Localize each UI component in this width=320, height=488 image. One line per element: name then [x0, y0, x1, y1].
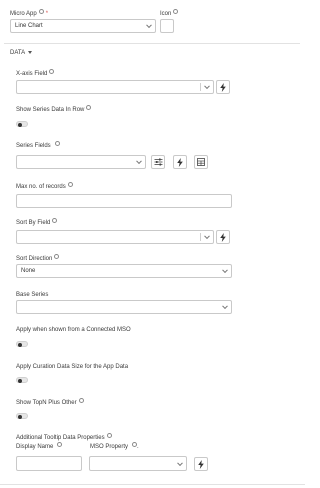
divider: [4, 43, 300, 44]
info-icon: [67, 182, 73, 187]
micro-app-label-text: Micro App: [10, 11, 37, 17]
lightning-icon: [220, 232, 226, 242]
display-name-label-text: Display Name: [16, 444, 54, 450]
icon-label: Icon: [160, 9, 179, 18]
display-name-input[interactable]: [16, 456, 82, 471]
sort-direction-selected-value: None: [21, 268, 36, 274]
info-icon: [78, 398, 84, 403]
info-icon: [49, 69, 55, 74]
apply-connected-mso-toggle[interactable]: [16, 341, 28, 347]
micro-app-selected-value: Line Chart: [15, 23, 43, 29]
base-series-select[interactable]: [16, 300, 232, 314]
chevron-down-icon: [222, 267, 228, 274]
chevron-down-icon: [136, 158, 142, 165]
series-lightning-button[interactable]: [173, 155, 187, 169]
lightning-icon: [220, 82, 226, 92]
lightning-icon: [198, 459, 204, 469]
caret-down-icon: [28, 51, 33, 54]
toggle-knob: [17, 122, 22, 127]
base-series-label: Base Series: [16, 291, 48, 299]
sort-by-field-label: Sort By Field: [16, 218, 58, 227]
toggle-knob: [17, 414, 22, 419]
info-icon: [173, 9, 179, 14]
series-fields-select[interactable]: [16, 155, 146, 169]
x-axis-field-label-text: X-axis Field: [16, 71, 48, 77]
apply-curation-data-size-label-text: Apply Curation Data Size for the App Dat…: [16, 364, 129, 370]
icon-label-text: Icon: [160, 11, 172, 17]
sort-by-field-select[interactable]: [16, 230, 214, 244]
series-fields-label-text: Series Fields: [16, 143, 51, 149]
show-series-data-in-row-label: Show Series Data In Row: [16, 105, 92, 114]
chevron-down-icon: [204, 233, 210, 240]
x-axis-field-label: X-axis Field: [16, 69, 55, 78]
x-axis-field-select[interactable]: [16, 80, 214, 94]
mso-property-suffix: .: [137, 444, 139, 450]
chevron-down-icon: [222, 303, 228, 310]
chevron-down-icon: [204, 83, 210, 90]
sliders-icon: [154, 158, 162, 166]
sort-direction-label-text: Sort Direction: [16, 256, 53, 262]
max-records-label: Max no. of records: [16, 182, 73, 191]
mso-property-lightning-button[interactable]: [194, 457, 208, 471]
series-fields-label: Series Fields: [16, 141, 60, 150]
info-icon: [106, 433, 112, 438]
icon-picker[interactable]: [160, 19, 174, 33]
display-name-label: Display Name: [16, 442, 63, 451]
data-section-title: DATA: [10, 50, 26, 56]
apply-curation-data-size-toggle[interactable]: [16, 377, 28, 383]
max-records-input[interactable]: [16, 194, 232, 208]
table-icon: [197, 158, 205, 166]
lightning-icon: [177, 157, 183, 167]
data-section-header[interactable]: DATA: [10, 49, 33, 57]
show-series-data-in-row-label-text: Show Series Data In Row: [16, 107, 85, 113]
required-asterisk: *: [45, 11, 49, 17]
info-icon: [38, 9, 44, 14]
x-axis-lightning-button[interactable]: [216, 80, 230, 94]
divider: [0, 484, 305, 485]
select-separator: [200, 233, 201, 241]
micro-app-select[interactable]: Line Chart: [10, 19, 156, 33]
sort-direction-label: Sort Direction: [16, 254, 60, 263]
sort-by-lightning-button[interactable]: [216, 230, 230, 244]
max-records-label-text: Max no. of records: [16, 184, 66, 190]
apply-connected-mso-label: Apply when shown from a Connected MSO: [16, 326, 131, 334]
chevron-down-icon: [177, 459, 183, 466]
toggle-knob: [17, 342, 22, 347]
select-separator: [200, 83, 201, 91]
show-topn-plus-other-label-text: Show TopN Plus Other: [16, 400, 77, 406]
info-icon: [52, 218, 58, 223]
info-icon: [54, 254, 60, 259]
toggle-knob: [17, 378, 22, 383]
sort-by-field-label-text: Sort By Field: [16, 220, 51, 226]
micro-app-label: Micro App *: [10, 9, 48, 18]
apply-connected-mso-label-text: Apply when shown from a Connected MSO: [16, 327, 131, 333]
apply-curation-data-size-label: Apply Curation Data Size for the App Dat…: [16, 363, 128, 371]
mso-property-label-text: MSO Property: [90, 444, 129, 450]
info-icon: [86, 105, 92, 110]
info-icon: [57, 442, 63, 447]
additional-tooltip-label-text: Additional Tooltip Data Properties: [16, 435, 105, 441]
show-topn-plus-other-toggle[interactable]: [16, 413, 28, 419]
show-topn-plus-other-label: Show TopN Plus Other: [16, 398, 84, 407]
show-series-data-in-row-toggle[interactable]: [16, 121, 28, 127]
mso-property-label: MSO Property.: [90, 442, 139, 451]
chevron-down-icon: [146, 22, 152, 29]
sort-direction-select[interactable]: None: [16, 264, 232, 278]
series-settings-button[interactable]: [151, 155, 165, 169]
series-table-button[interactable]: [194, 155, 208, 169]
info-icon: [54, 141, 60, 146]
base-series-label-text: Base Series: [16, 292, 49, 298]
mso-property-select[interactable]: [89, 456, 187, 471]
additional-tooltip-label: Additional Tooltip Data Properties: [16, 433, 112, 442]
